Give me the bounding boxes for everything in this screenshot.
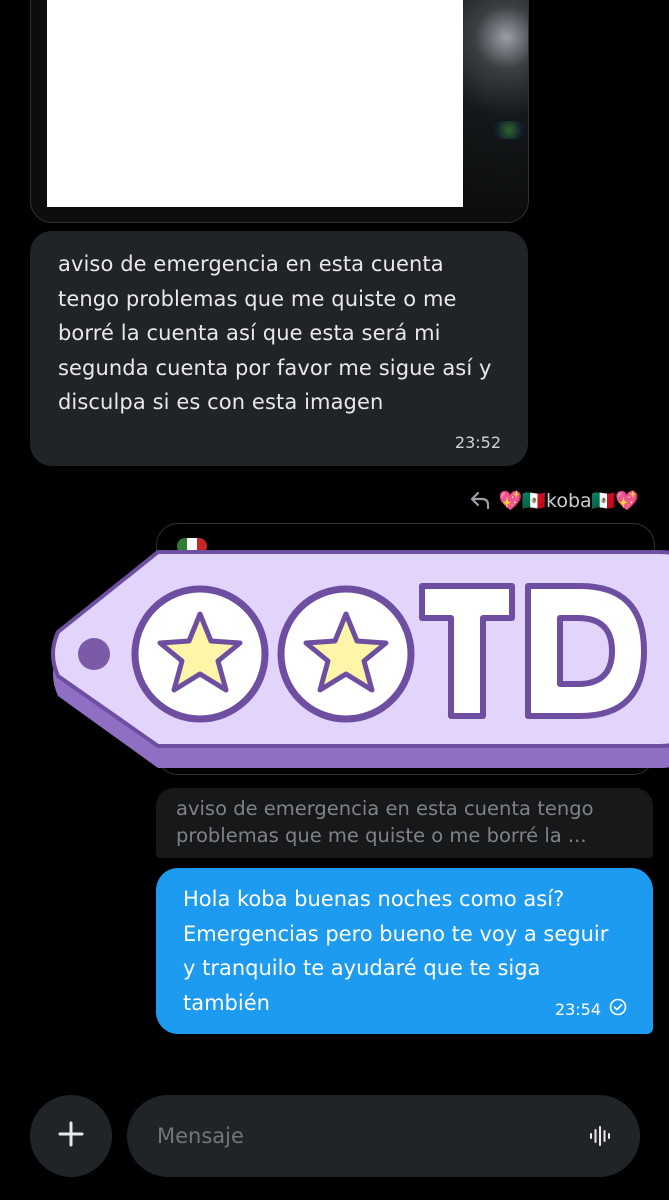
media-image-redacted [47, 0, 463, 207]
star-icon [131, 585, 269, 723]
incoming-message-bubble[interactable]: aviso de emergencia en esta cuenta tengo… [30, 231, 528, 466]
quoted-message-text: aviso de emergencia en esta cuenta tengo… [176, 797, 594, 847]
outgoing-message-meta: 23:54 [555, 998, 627, 1020]
reply-arrow-icon [469, 490, 491, 510]
reply-header[interactable]: 💖🇲🇽koba🇲🇽💖 [469, 484, 639, 516]
outgoing-message-bubble[interactable]: Hola koba buenas noches como así? Emerge… [156, 868, 653, 1034]
read-check-icon [609, 998, 627, 1020]
reply-to-name: 💖🇲🇽koba🇲🇽💖 [498, 489, 639, 512]
quoted-message-preview[interactable]: aviso de emergencia en esta cuenta tengo… [156, 788, 653, 858]
incoming-media-attachment[interactable] [30, 0, 529, 223]
ootd-sticker [40, 540, 669, 780]
add-attachment-button[interactable] [30, 1095, 112, 1177]
plus-icon [58, 1121, 84, 1151]
incoming-message-time: 23:52 [454, 433, 501, 452]
message-composer[interactable] [127, 1095, 640, 1177]
star-icon [277, 585, 415, 723]
incoming-message-text: aviso de emergencia en esta cuenta tengo… [58, 252, 492, 414]
message-input[interactable] [155, 1123, 588, 1149]
outgoing-message-time: 23:54 [554, 999, 601, 1019]
voice-waveform-icon[interactable] [588, 1124, 612, 1148]
media-detail [494, 121, 524, 139]
media-image-edge [463, 0, 528, 207]
